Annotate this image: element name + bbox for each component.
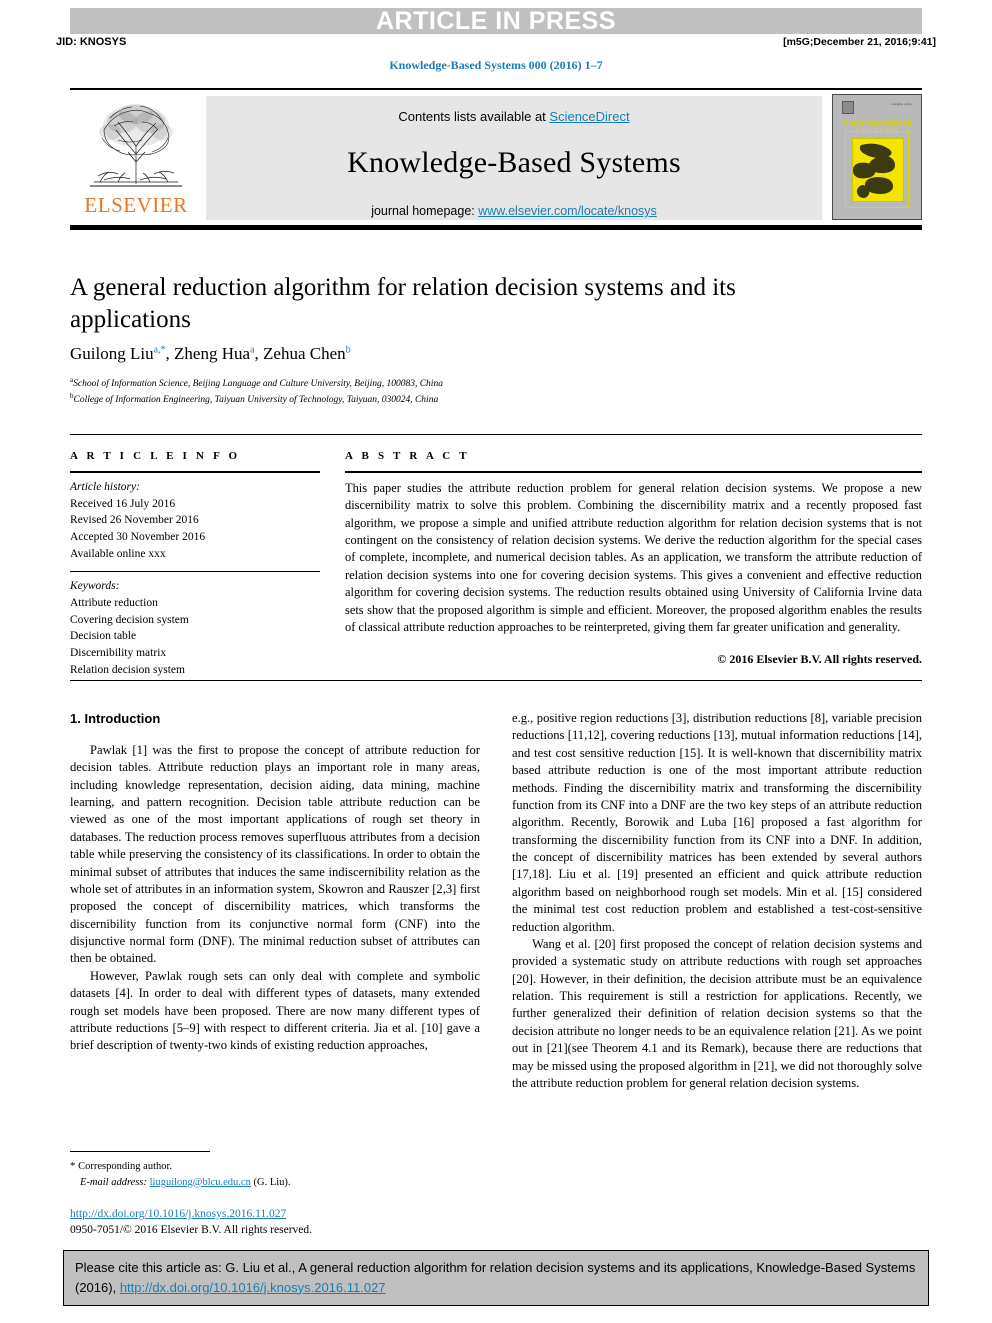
affiliation-b-text: College of Information Engineering, Taiy… — [73, 395, 439, 406]
cover-artwork — [852, 138, 904, 202]
issn-copyright-line: 0950-7051/© 2016 Elsevier B.V. All right… — [70, 1224, 313, 1237]
keywords-rule — [70, 571, 320, 573]
journal-homepage-line: journal homepage: www.elsevier.com/locat… — [206, 204, 822, 218]
cover-inner: Available online Knowledge-Based SYSTEMS — [842, 101, 912, 211]
info-section-bottom-rule — [70, 680, 922, 681]
elsevier-tree-icon — [90, 104, 182, 187]
cover-molecule-icon — [852, 143, 895, 198]
email-owner-text: (G. Liu). — [253, 1176, 291, 1188]
abstract-heading: A B S T R A C T — [345, 450, 470, 462]
info-section-top-rule — [70, 434, 922, 435]
article-info-heading: A R T I C L E I N F O — [70, 450, 241, 462]
doi-link[interactable]: http://dx.doi.org/10.1016/j.knosys.2016.… — [70, 1208, 286, 1220]
footnote-block: * Corresponding author. E-mail address: … — [70, 1158, 480, 1191]
doi-and-issn-block: http://dx.doi.org/10.1016/j.knosys.2016.… — [70, 1206, 510, 1238]
author-1-name: Guilong Liu — [70, 344, 154, 363]
history-item-online: Available online xxx — [70, 547, 166, 560]
body-column-left: 1. Introduction Pawlak [1] was the first… — [70, 710, 480, 1055]
keyword-item: Covering decision system — [70, 613, 189, 626]
asterisk-icon: * — [70, 1160, 76, 1172]
author-1-affil-marker: a,* — [153, 344, 166, 356]
section-heading-introduction: 1. Introduction — [70, 711, 161, 726]
keyword-item: Discernibility matrix — [70, 647, 167, 660]
corresponding-author-note: * Corresponding author. — [70, 1158, 480, 1175]
journal-title: Knowledge-Based Systems — [347, 146, 681, 179]
abstract-column: A B S T R A C T This paper studies the a… — [345, 450, 922, 667]
author-2[interactable]: Zheng Huaa — [174, 344, 254, 363]
paragraph: Pawlak [1] was the first to propose the … — [70, 742, 480, 966]
history-item-accepted: Accepted 30 November 2016 — [70, 531, 206, 544]
author-list: Guilong Liua,*, Zheng Huaa, Zehua Chenb — [70, 344, 351, 363]
author-3[interactable]: Zehua Chenb — [263, 344, 351, 363]
cover-top-note: Available online — [891, 102, 912, 106]
elsevier-wordmark: ELSEVIER — [84, 193, 188, 217]
article-in-press-banner: ARTICLE IN PRESS — [70, 8, 922, 34]
keyword-item: Decision table — [70, 630, 137, 643]
citation-doi-link[interactable]: http://dx.doi.org/10.1016/j.knosys.2016.… — [120, 1280, 386, 1295]
footnote-separator-rule — [70, 1151, 210, 1152]
journal-id-label: JID: KNOSYS — [56, 36, 127, 48]
history-item-received: Received 16 July 2016 — [70, 497, 176, 510]
email-link[interactable]: liuguilong@blcu.edu.cn — [150, 1177, 251, 1188]
author-2-affil-marker: a — [250, 344, 255, 356]
homepage-prefix-text: journal homepage: — [371, 204, 479, 218]
affiliation-a: aSchool of Information Science, Beijing … — [70, 375, 870, 391]
journal-cover-thumbnail[interactable]: Available online Knowledge-Based SYSTEMS — [832, 94, 922, 220]
contents-panel: Contents lists available at ScienceDirec… — [206, 96, 822, 220]
paragraph: e.g., positive region reductions [3], di… — [512, 711, 922, 934]
masthead-bottom-rule — [70, 225, 922, 230]
author-2-name: Zheng Hua — [174, 344, 251, 363]
contents-available-line: Contents lists available at ScienceDirec… — [206, 96, 822, 124]
article-in-press-label: ARTICLE IN PRESS — [376, 7, 616, 35]
email-address-label: E-mail address: — [80, 1176, 147, 1188]
article-history-block: Article history: Received 16 July 2016 R… — [70, 479, 320, 562]
corresponding-author-text: Corresponding author. — [78, 1161, 173, 1172]
sciencedirect-link[interactable]: ScienceDirect — [549, 109, 629, 124]
contents-prefix-text: Contents lists available at — [398, 109, 550, 124]
keyword-item: Attribute reduction — [70, 597, 158, 610]
page-title: A general reduction algorithm for relati… — [70, 274, 736, 333]
abstract-text: This paper studies the attribute reducti… — [345, 481, 922, 634]
history-item-revised: Revised 26 November 2016 — [70, 514, 199, 527]
affiliation-list: aSchool of Information Science, Beijing … — [70, 375, 870, 408]
citation-box: Please cite this article as: G. Liu et a… — [63, 1250, 929, 1306]
affiliation-b: bCollege of Information Engineering, Tai… — [70, 391, 870, 407]
paragraph: However, Pawlak rough sets can only deal… — [70, 968, 480, 1053]
paragraph: Wang et al. [20] first proposed the conc… — [512, 936, 922, 1090]
author-3-affil-marker: b — [345, 344, 351, 356]
citation-text: Please cite this article as: G. Liu et a… — [64, 1251, 928, 1297]
author-1[interactable]: Guilong Liua,* — [70, 344, 166, 363]
typesetting-stamp: [m5G;December 21, 2016;9:41] — [783, 36, 936, 48]
article-info-column: A R T I C L E I N F O Article history: R… — [70, 450, 320, 678]
article-info-rule — [70, 471, 320, 473]
body-column-right: e.g., positive region reductions [3], di… — [512, 710, 922, 1092]
elsevier-logo[interactable]: ELSEVIER — [70, 96, 202, 220]
keyword-item: Relation decision system — [70, 663, 185, 676]
journal-homepage-link[interactable]: www.elsevier.com/locate/knosys — [478, 204, 657, 218]
keywords-label: Keywords: — [70, 580, 120, 593]
affiliation-a-text: School of Information Science, Beijing L… — [73, 379, 443, 390]
abstract-copyright: © 2016 Elsevier B.V. All rights reserved… — [717, 652, 922, 667]
cover-elsevier-mark-icon — [842, 101, 854, 114]
abstract-rule — [345, 471, 922, 473]
author-3-name: Zehua Chen — [263, 344, 346, 363]
keywords-block: Keywords: Attribute reduction Covering d… — [70, 578, 320, 678]
journal-masthead: ELSEVIER Contents lists available at Sci… — [70, 88, 922, 223]
article-history-label: Article history: — [70, 481, 140, 493]
journal-reference-line: Knowledge-Based Systems 000 (2016) 1–7 — [389, 58, 603, 72]
email-note: E-mail address: liuguilong@blcu.edu.cn (… — [70, 1175, 480, 1191]
